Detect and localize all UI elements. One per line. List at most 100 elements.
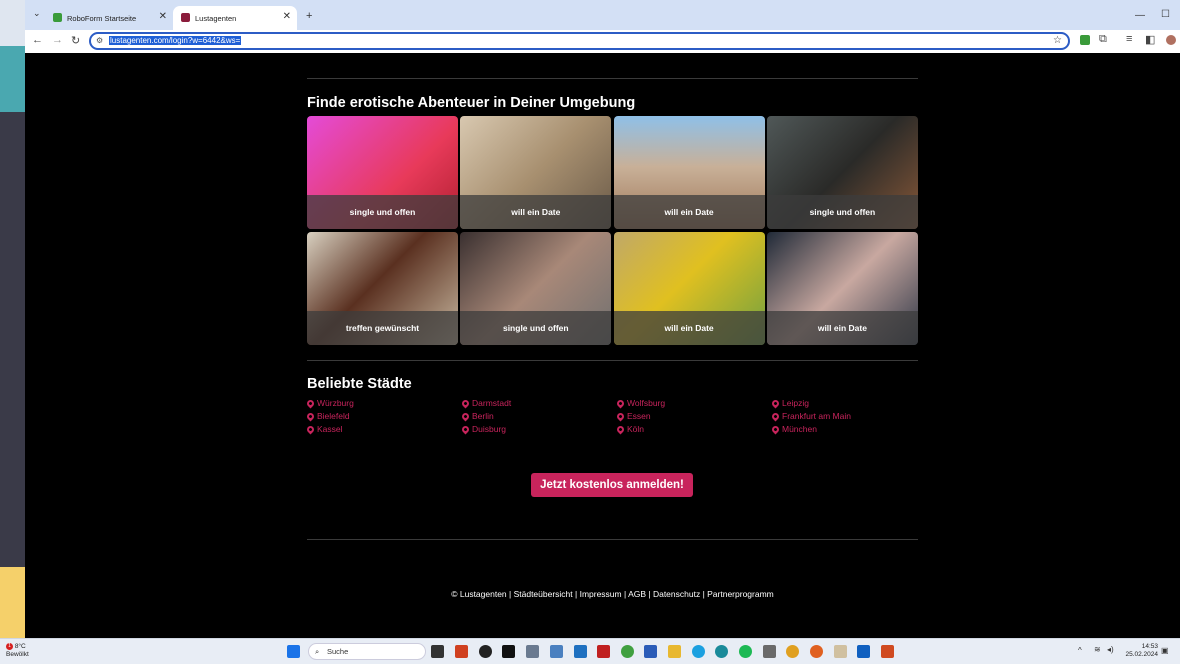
search-icon: ⌕ <box>315 647 320 656</box>
profile-caption: single und offen <box>307 195 458 229</box>
close-tab-icon[interactable]: ✕ <box>283 11 291 22</box>
chevron-up-icon[interactable]: ^ <box>1078 646 1082 655</box>
media-icon[interactable] <box>479 645 492 658</box>
date: 25.02.2024 <box>1125 651 1158 658</box>
city-link[interactable]: Essen <box>615 411 651 421</box>
address-bar[interactable]: ⚙ lustagenten.com/login?w=6442&ws= ☆ <box>89 32 1070 50</box>
profile-card[interactable]: will ein Date <box>460 116 612 229</box>
city-link[interactable]: Darmstadt <box>460 398 511 408</box>
chrome-icon[interactable] <box>786 645 799 658</box>
desktop-top <box>0 0 25 46</box>
filezilla-icon[interactable] <box>597 645 610 658</box>
profile-caption: will ein Date <box>613 310 765 345</box>
city-name: Kassel <box>317 424 343 434</box>
city-link[interactable]: Würzburg <box>305 398 354 408</box>
tab-search-icon[interactable]: ⌄ <box>33 8 41 19</box>
new-tab-icon[interactable]: + <box>306 10 312 22</box>
clock[interactable]: 14:53 25.02.2024 <box>1118 643 1158 659</box>
map-pin-icon <box>770 424 781 434</box>
reload-icon[interactable]: ↻ <box>71 34 80 47</box>
task-view-icon[interactable] <box>431 645 444 658</box>
profile-card[interactable]: will ein Date <box>613 116 765 229</box>
edge-icon[interactable] <box>715 645 728 658</box>
profile-card[interactable]: treffen gewünscht <box>307 231 458 345</box>
app-icon[interactable] <box>881 645 894 658</box>
roboform-extension-icon[interactable] <box>1080 35 1090 45</box>
map-pin-icon <box>770 411 781 421</box>
divider <box>307 539 918 540</box>
profile-card[interactable]: will ein Date <box>613 231 765 345</box>
tab-lustagenten[interactable]: Lustagenten ✕ <box>173 6 297 30</box>
map-pin-icon <box>460 411 471 421</box>
roboform-favicon-icon <box>53 13 62 22</box>
city-link[interactable]: Berlin <box>460 411 494 421</box>
calculator-icon[interactable] <box>763 645 776 658</box>
profile-card[interactable]: single und offen <box>307 116 458 229</box>
city-name: Berlin <box>472 411 494 421</box>
site-info-icon[interactable]: ⚙ <box>96 36 103 45</box>
notification-icon[interactable]: ▣ <box>1161 646 1169 655</box>
city-name: Würzburg <box>317 398 354 408</box>
profile-card[interactable]: will ein Date <box>766 231 918 345</box>
spotify-icon[interactable] <box>739 645 752 658</box>
explorer-icon[interactable] <box>668 645 681 658</box>
city-name: München <box>782 424 817 434</box>
map-pin-icon <box>305 424 316 434</box>
snipping-icon[interactable] <box>550 645 563 658</box>
app-icon[interactable] <box>621 645 634 658</box>
lustagenten-favicon-icon <box>181 13 190 22</box>
mail-icon[interactable] <box>574 645 587 658</box>
maximize-icon[interactable]: ☐ <box>1161 9 1170 20</box>
forward-icon[interactable]: → <box>52 34 63 46</box>
tab-roboform[interactable]: RoboForm Startseite ✕ <box>45 6 173 30</box>
map-pin-icon <box>460 424 471 434</box>
browser-window-frame: ⌄ RoboForm Startseite ✕ Lustagenten ✕ + … <box>25 0 1180 53</box>
profile-caption: single und offen <box>460 310 612 345</box>
web-page: Finde erotische Abenteuer in Deiner Umge… <box>25 53 1180 638</box>
skype-icon[interactable] <box>692 645 705 658</box>
app-icon[interactable] <box>834 645 847 658</box>
side-panel-icon[interactable]: ◧ <box>1145 33 1155 46</box>
city-name: Leipzig <box>782 398 809 408</box>
map-pin-icon <box>615 424 626 434</box>
browser-toolbar: ← → ↻ ⚙ lustagenten.com/login?w=6442&ws=… <box>25 30 1180 53</box>
profile-card[interactable]: single und offen <box>766 116 918 229</box>
city-link[interactable]: Frankfurt am Main <box>770 411 851 421</box>
signup-button[interactable]: Jetzt kostenlos anmelden! <box>531 473 693 497</box>
tiktok-icon[interactable] <box>502 645 515 658</box>
back-icon[interactable]: ← <box>32 34 43 46</box>
city-link[interactable]: Duisburg <box>460 424 507 434</box>
city-link[interactable]: Bielefeld <box>305 411 350 421</box>
city-link[interactable]: Kassel <box>305 424 343 434</box>
profile-card[interactable]: single und offen <box>460 231 612 345</box>
extensions-icon[interactable]: ⧉ <box>1099 33 1107 46</box>
camera-icon[interactable] <box>526 645 539 658</box>
powerpoint-icon[interactable] <box>455 645 468 658</box>
map-pin-icon <box>460 398 471 408</box>
city-name: Duisburg <box>472 424 507 434</box>
city-link[interactable]: München <box>770 424 817 434</box>
app-icon[interactable] <box>857 645 870 658</box>
map-pin-icon <box>615 411 626 421</box>
footer-links[interactable]: © Lustagenten | Städteübersicht | Impres… <box>307 589 918 599</box>
wifi-icon[interactable]: ≋ <box>1094 645 1101 654</box>
weather-widget[interactable]: 1 8°C Bewölkt <box>6 643 29 659</box>
volume-icon[interactable]: ◂) <box>1107 645 1114 654</box>
minimize-icon[interactable]: — <box>1135 10 1145 21</box>
reading-list-icon[interactable]: ≡ <box>1126 33 1132 45</box>
firefox-icon[interactable] <box>810 645 823 658</box>
url-text[interactable]: lustagenten.com/login?w=6442&ws= <box>109 36 242 45</box>
city-name: Wolfsburg <box>627 398 666 408</box>
notification-badge: 1 <box>6 643 13 650</box>
city-link[interactable]: Köln <box>615 424 644 434</box>
map-pin-icon <box>305 398 316 408</box>
start-icon[interactable] <box>287 645 300 658</box>
close-tab-icon[interactable]: ✕ <box>159 11 167 22</box>
city-link[interactable]: Wolfsburg <box>615 398 666 408</box>
taskbar-search[interactable]: ⌕ Suche <box>308 643 426 660</box>
profile-avatar-icon[interactable] <box>1166 35 1176 45</box>
tab-strip: ⌄ RoboForm Startseite ✕ Lustagenten ✕ + … <box>25 0 1180 30</box>
bookmark-star-icon[interactable]: ☆ <box>1053 35 1062 46</box>
city-link[interactable]: Leipzig <box>770 398 809 408</box>
word-icon[interactable] <box>644 645 657 658</box>
